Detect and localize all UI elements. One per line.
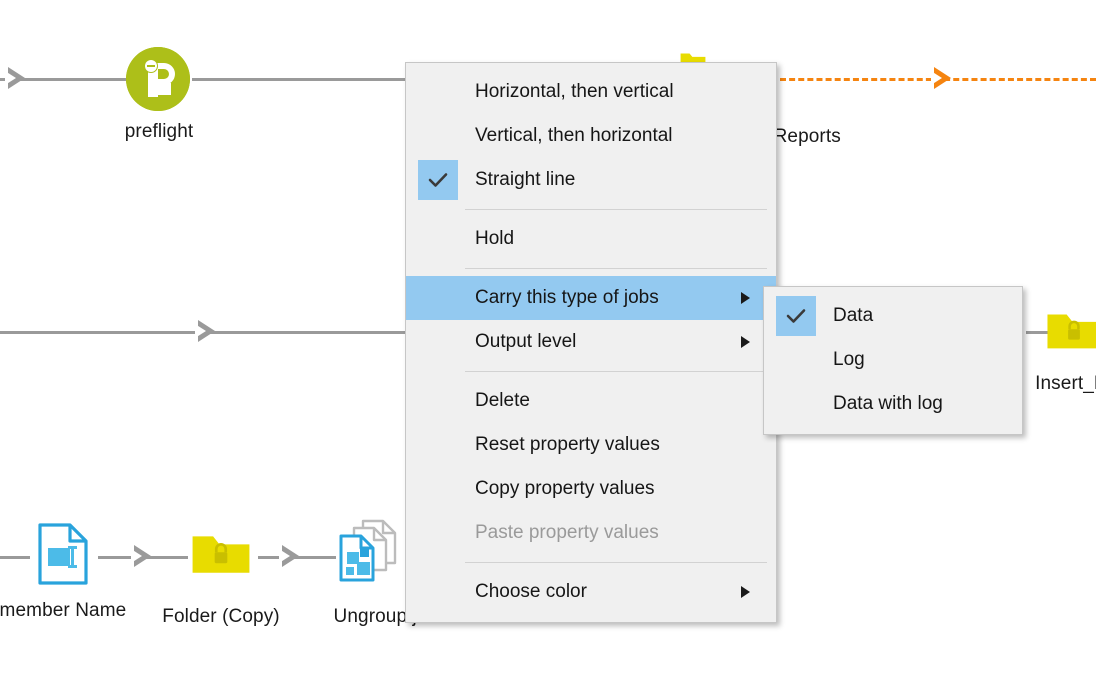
menu-item-label: Choose color: [475, 581, 587, 602]
node-label-folder-copy: Folder (Copy): [162, 606, 280, 627]
check-icon: [776, 296, 816, 336]
connection-arrow-reports: [931, 67, 951, 89]
submenu-item-label: Log: [833, 349, 865, 370]
submenu-item-log[interactable]: Log: [764, 338, 1022, 382]
connection-arrow-top-left: [5, 67, 25, 89]
menu-item-carry-this-type-of-jobs[interactable]: Carry this type of jobs: [406, 276, 776, 320]
menu-item-output-level[interactable]: Output level: [406, 320, 776, 364]
menu-item-label: Straight line: [475, 169, 576, 190]
menu-item-label: Vertical, then horizontal: [475, 125, 673, 146]
menu-item-copy-property-values[interactable]: Copy property values: [406, 467, 776, 511]
connection-arrow-bottom-2: [279, 545, 299, 567]
menu-item-vertical-then-horizontal[interactable]: Vertical, then horizontal: [406, 114, 776, 158]
menu-item-horizontal-then-vertical[interactable]: Horizontal, then vertical: [406, 70, 776, 114]
pitstop-preflight-icon: [126, 47, 190, 111]
menu-separator: [465, 209, 767, 210]
node-label-preflight: preflight: [124, 121, 194, 142]
menu-item-straight-line[interactable]: Straight line: [406, 158, 776, 202]
menu-item-label: Paste property values: [475, 522, 659, 543]
menu-item-reset-property-values[interactable]: Reset property values: [406, 423, 776, 467]
connection-arrow-middle: [195, 320, 215, 342]
menu-item-hold[interactable]: Hold: [406, 217, 776, 261]
menu-separator: [465, 371, 767, 372]
context-submenu-carry-jobs[interactable]: Data Log Data with log: [763, 286, 1023, 435]
check-icon: [418, 160, 458, 200]
chevron-right-icon: [741, 586, 750, 598]
menu-item-label: Carry this type of jobs: [475, 287, 659, 308]
node-remember-name[interactable]: emember Name: [0, 522, 126, 621]
node-folder-copy[interactable]: Folder (Copy): [162, 528, 280, 627]
menu-item-label: Reset property values: [475, 434, 660, 455]
menu-separator: [465, 562, 767, 563]
menu-item-choose-color[interactable]: Choose color: [406, 570, 776, 614]
chevron-right-icon: [741, 336, 750, 348]
folder-locked-icon: [1047, 314, 1096, 349]
connection-wire-bottom-0[interactable]: [0, 556, 30, 559]
chevron-right-icon: [741, 292, 750, 304]
menu-item-delete[interactable]: Delete: [406, 379, 776, 423]
ungroup-jobs-icon: [339, 519, 397, 582]
submenu-item-data-with-log[interactable]: Data with log: [764, 382, 1022, 426]
connection-arrow-bottom-1: [131, 545, 151, 567]
submenu-item-label: Data: [833, 305, 874, 326]
connection-wire-top-right[interactable]: [192, 78, 424, 81]
node-preflight[interactable]: preflight: [125, 47, 193, 142]
rename-document-icon: [38, 523, 88, 585]
menu-separator: [465, 268, 767, 269]
menu-item-label: Copy property values: [475, 478, 655, 499]
menu-item-label: Horizontal, then vertical: [475, 81, 674, 102]
menu-item-label: Output level: [475, 331, 577, 352]
node-label-insert-pages: Insert_F: [1035, 373, 1096, 394]
context-menu[interactable]: Horizontal, then vertical Vertical, then…: [405, 62, 777, 623]
folder-locked-icon: [192, 536, 250, 573]
menu-item-label: Hold: [475, 228, 515, 249]
node-insert-pages[interactable]: Insert_F: [1035, 307, 1096, 394]
submenu-item-data[interactable]: Data: [764, 294, 1022, 338]
submenu-item-label: Data with log: [833, 393, 943, 414]
menu-item-paste-property-values: Paste property values: [406, 511, 776, 555]
menu-item-label: Delete: [475, 390, 530, 411]
node-label-remember-name: emember Name: [0, 600, 127, 621]
node-ungroup-jobs[interactable]: Ungroup j: [334, 518, 417, 627]
